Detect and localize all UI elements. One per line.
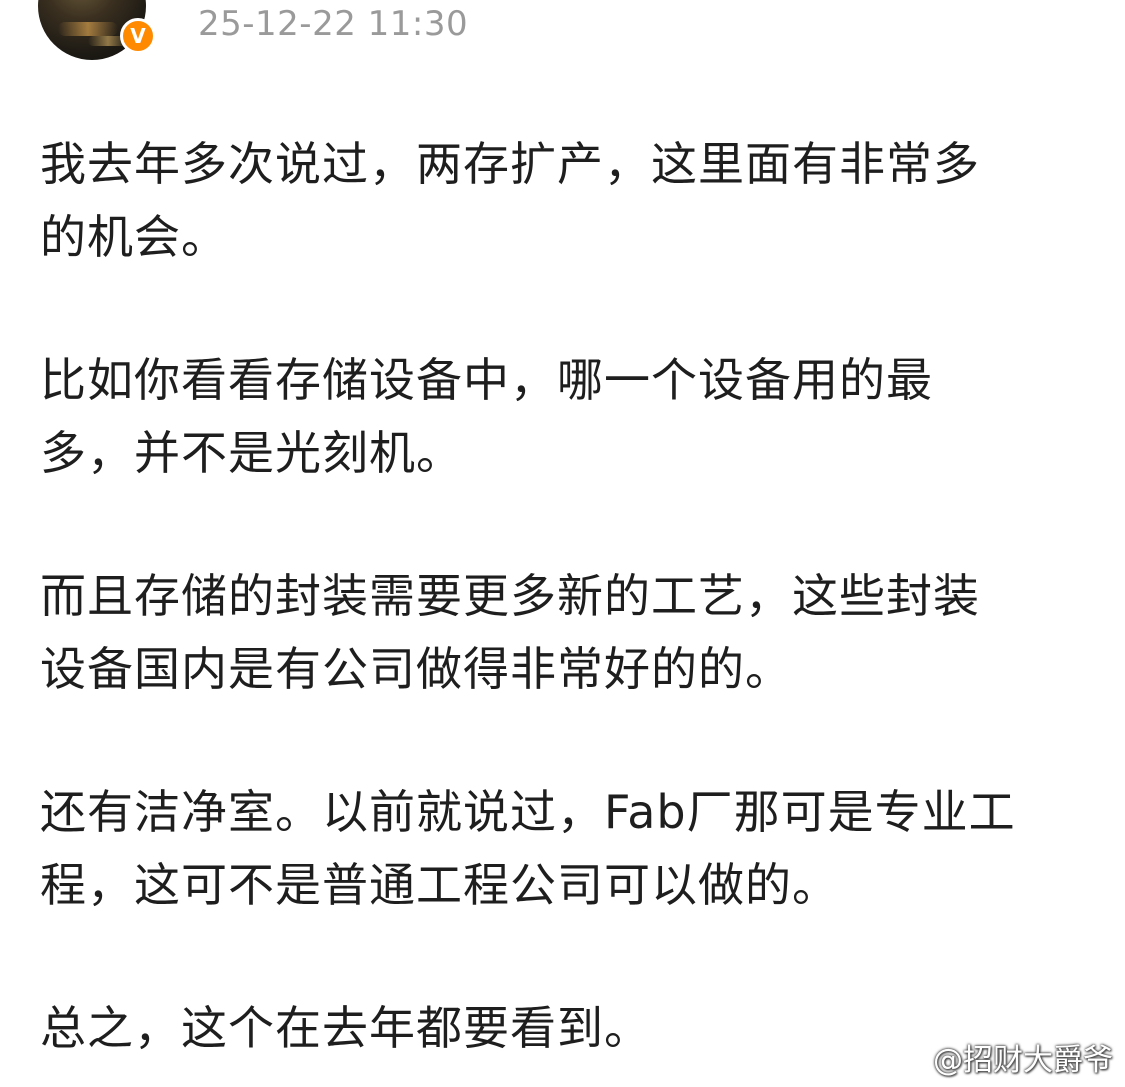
post-paragraph: 我去年多次说过，两存扩产，这里面有非常多 的机会。 xyxy=(40,137,980,264)
avatar-light xyxy=(58,22,118,36)
post-header: V 25-12-22 11:30 xyxy=(0,0,1125,60)
post-paragraph: 比如你看看存储设备中，哪一个设备用的最 多，并不是光刻机。 xyxy=(40,353,933,480)
weibo-logo-icon xyxy=(887,1041,927,1073)
post-timestamp[interactable]: 25-12-22 11:30 xyxy=(198,4,468,44)
verified-badge-icon: V xyxy=(120,18,156,54)
watermark: @招财大爵爷 xyxy=(887,1035,1113,1079)
watermark-text: @招财大爵爷 xyxy=(933,1043,1113,1078)
post-paragraph: 还有洁净室。以前就说过，Fab厂那可是专业工 程，这可不是普通工程公司可以做的。 xyxy=(40,785,1016,912)
post-body: 我去年多次说过，两存扩产，这里面有非常多 的机会。 比如你看看存储设备中，哪一个… xyxy=(40,128,1100,1065)
post-paragraph: 而且存储的封装需要更多新的工艺，这些封装 设备国内是有公司做得非常好的的。 xyxy=(40,569,980,696)
